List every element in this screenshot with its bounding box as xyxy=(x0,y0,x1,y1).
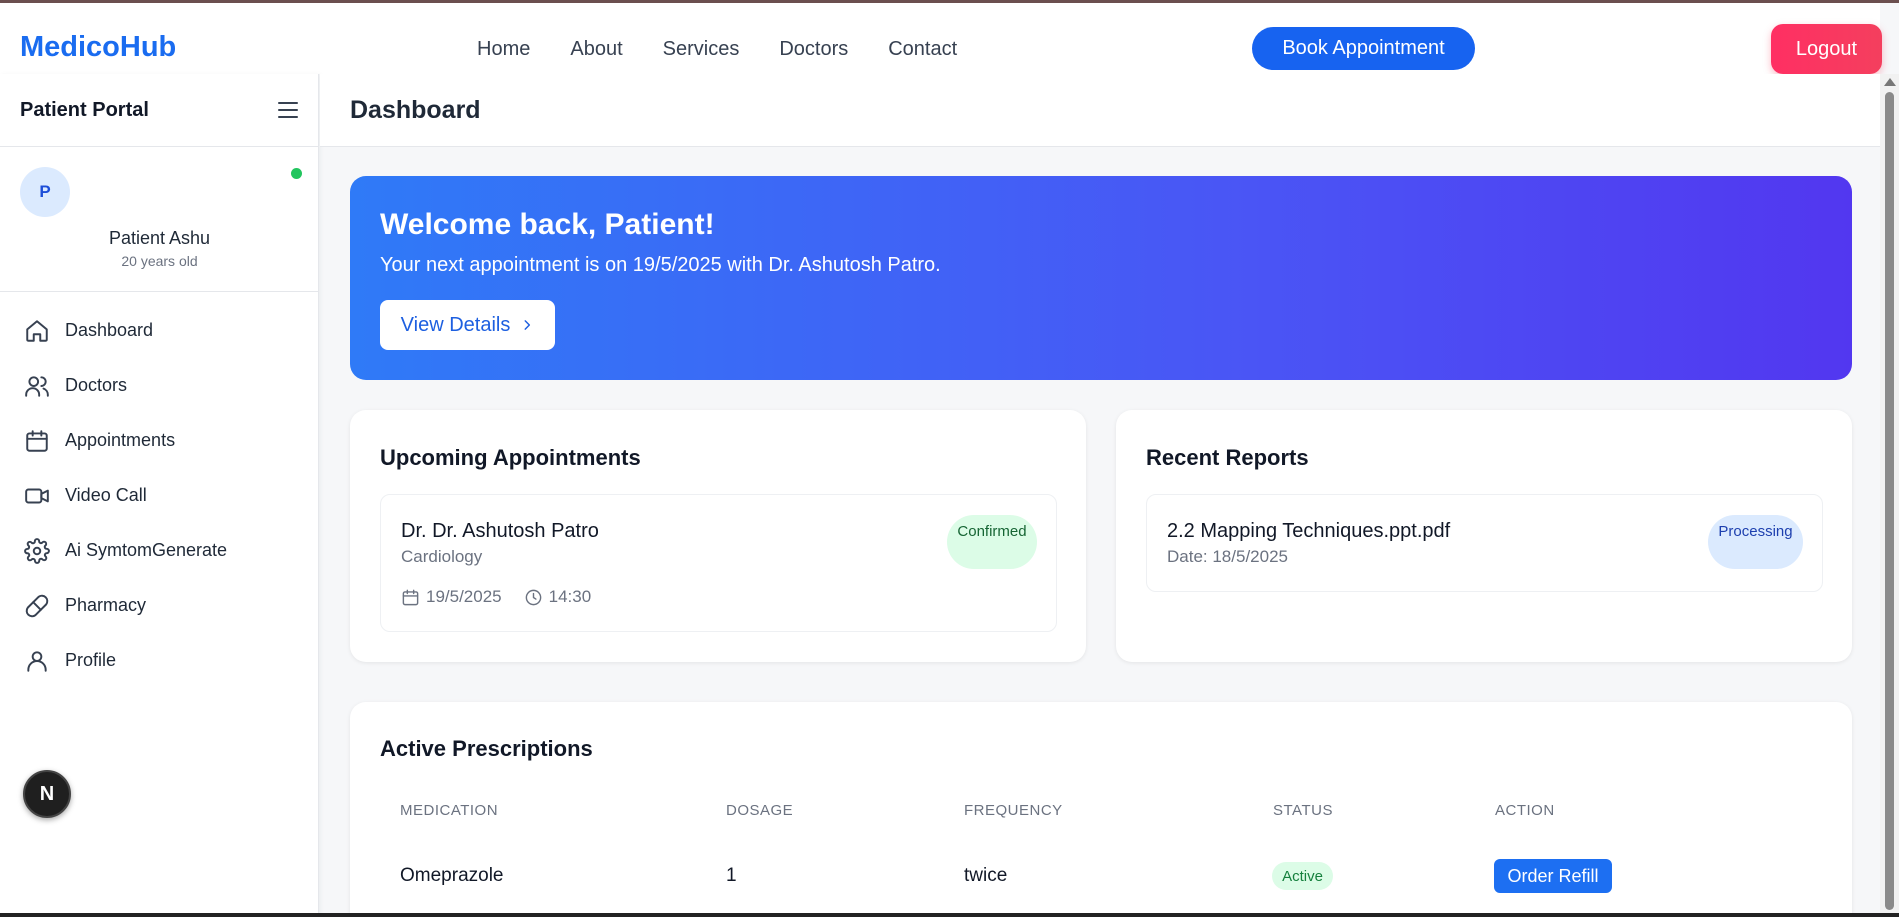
main-header: Dashboard xyxy=(320,74,1880,147)
welcome-banner: Welcome back, Patient! Your next appoint… xyxy=(350,176,1852,380)
sidebar-item-pharmacy[interactable]: Pharmacy xyxy=(0,578,318,633)
dosage-cell: 1 xyxy=(726,865,737,886)
sidebar-item-video-call[interactable]: Video Call xyxy=(0,468,318,523)
sidebar-item-label: Profile xyxy=(65,650,117,670)
sidebar-item-profile[interactable]: Profile xyxy=(0,633,318,688)
column-header-status: STATUS xyxy=(1273,802,1333,819)
sidebar-item-appointments[interactable]: Appointments xyxy=(0,413,318,468)
sidebar-item-label: Appointments xyxy=(65,430,176,450)
prescriptions-title: Active Prescriptions xyxy=(380,736,593,761)
column-header-medication: MEDICATION xyxy=(400,802,499,819)
sidebar-menu: Dashboard Doctors Appointments Video Cal… xyxy=(0,292,318,688)
appointment-item[interactable]: Dr. Dr. Ashutosh Patro Cardiology Confir… xyxy=(380,494,1057,632)
sidebar-item-dashboard[interactable]: Dashboard xyxy=(0,303,318,358)
column-header-frequency: FREQUENCY xyxy=(964,802,1063,819)
sidebar-header: Patient Portal xyxy=(0,74,318,147)
upcoming-appointments-card: Upcoming Appointments Dr. Dr. Ashutosh P… xyxy=(350,410,1086,662)
pill-icon xyxy=(25,594,49,617)
page-scrollbar[interactable] xyxy=(1880,74,1899,917)
sidebar-item-doctors[interactable]: Doctors xyxy=(0,358,318,413)
home-icon xyxy=(26,319,48,342)
status-badge: Confirmed xyxy=(947,515,1037,569)
sidebar-item-label: Doctors xyxy=(65,375,128,395)
appointment-time: 14:30 xyxy=(548,587,592,606)
patient-age: 20 years old xyxy=(121,253,198,269)
status-badge: Active xyxy=(1272,862,1333,890)
frequency-cell: twice xyxy=(964,865,1008,886)
menu-icon[interactable] xyxy=(278,102,298,118)
report-item[interactable]: 2.2 Mapping Techniques.ppt.pdf Date: 18/… xyxy=(1146,494,1823,592)
order-refill-button[interactable]: Order Refill xyxy=(1494,859,1612,893)
gear-icon xyxy=(24,537,50,564)
appointment-specialty: Cardiology xyxy=(401,547,483,566)
book-appointment-button[interactable]: Book Appointment xyxy=(1252,27,1475,70)
nav-contact[interactable]: Contact xyxy=(888,38,957,61)
report-file-name: 2.2 Mapping Techniques.ppt.pdf xyxy=(1167,520,1451,542)
appointment-date: 19/5/2025 xyxy=(426,587,502,606)
nav-about[interactable]: About xyxy=(570,38,622,61)
chevron-right-icon xyxy=(524,320,531,330)
medication-cell: Omeprazole xyxy=(400,865,504,886)
nav-services[interactable]: Services xyxy=(663,38,740,61)
online-status-dot xyxy=(291,168,302,179)
view-details-label: View Details xyxy=(400,313,511,336)
appointments-title: Upcoming Appointments xyxy=(380,445,641,470)
patient-profile: P Patient Ashu 20 years old xyxy=(0,147,318,292)
page-title: Dashboard xyxy=(350,96,481,124)
nav-doctors[interactable]: Doctors xyxy=(779,38,848,61)
scrollbar-thumb[interactable] xyxy=(1885,92,1894,910)
report-date: Date: 18/5/2025 xyxy=(1167,547,1288,566)
active-prescriptions-card: Active Prescriptions MEDICATION DOSAGE F… xyxy=(350,702,1852,917)
window-bottom-edge xyxy=(0,913,1899,917)
appointment-meta: 19/5/2025 14:30 xyxy=(401,587,591,607)
sidebar-item-ai-symptom[interactable]: Ai SymtomGenerate xyxy=(0,523,318,578)
avatar: P xyxy=(20,167,70,217)
calendar-icon xyxy=(402,589,419,605)
column-header-action: ACTION xyxy=(1495,802,1555,819)
patient-name: Patient Ashu xyxy=(108,228,211,248)
status-badge: Processing xyxy=(1708,515,1803,569)
sidebar-item-label: Dashboard xyxy=(65,320,154,340)
sidebar-item-label: Pharmacy xyxy=(65,595,147,615)
video-icon xyxy=(25,488,49,503)
column-header-dosage: DOSAGE xyxy=(726,802,794,819)
sidebar-item-label: Ai SymtomGenerate xyxy=(65,540,228,560)
user-icon xyxy=(27,650,47,672)
brand-logo[interactable]: MedicoHub xyxy=(20,31,176,64)
recent-reports-card: Recent Reports 2.2 Mapping Techniques.pp… xyxy=(1116,410,1852,662)
sidebar-item-label: Video Call xyxy=(65,485,147,505)
sidebar-title: Patient Portal xyxy=(20,98,149,121)
calendar-icon xyxy=(26,429,48,452)
appointment-doctor: Dr. Dr. Ashutosh Patro xyxy=(401,520,599,542)
floating-n-badge[interactable]: N xyxy=(23,770,71,818)
welcome-title: Welcome back, Patient! xyxy=(380,208,715,241)
users-icon xyxy=(25,375,49,397)
welcome-subtitle: Your next appointment is on 19/5/2025 wi… xyxy=(380,254,941,276)
view-details-button[interactable]: View Details xyxy=(380,300,555,350)
logout-button[interactable]: Logout xyxy=(1771,24,1882,74)
main-nav: Home About Services Doctors Contact xyxy=(477,38,997,61)
nav-home[interactable]: Home xyxy=(477,38,530,61)
top-navbar: MedicoHub Home About Services Doctors Co… xyxy=(0,3,1882,74)
reports-title: Recent Reports xyxy=(1146,445,1309,470)
scroll-up-arrow-icon[interactable] xyxy=(1884,78,1896,86)
clock-icon xyxy=(525,589,541,605)
